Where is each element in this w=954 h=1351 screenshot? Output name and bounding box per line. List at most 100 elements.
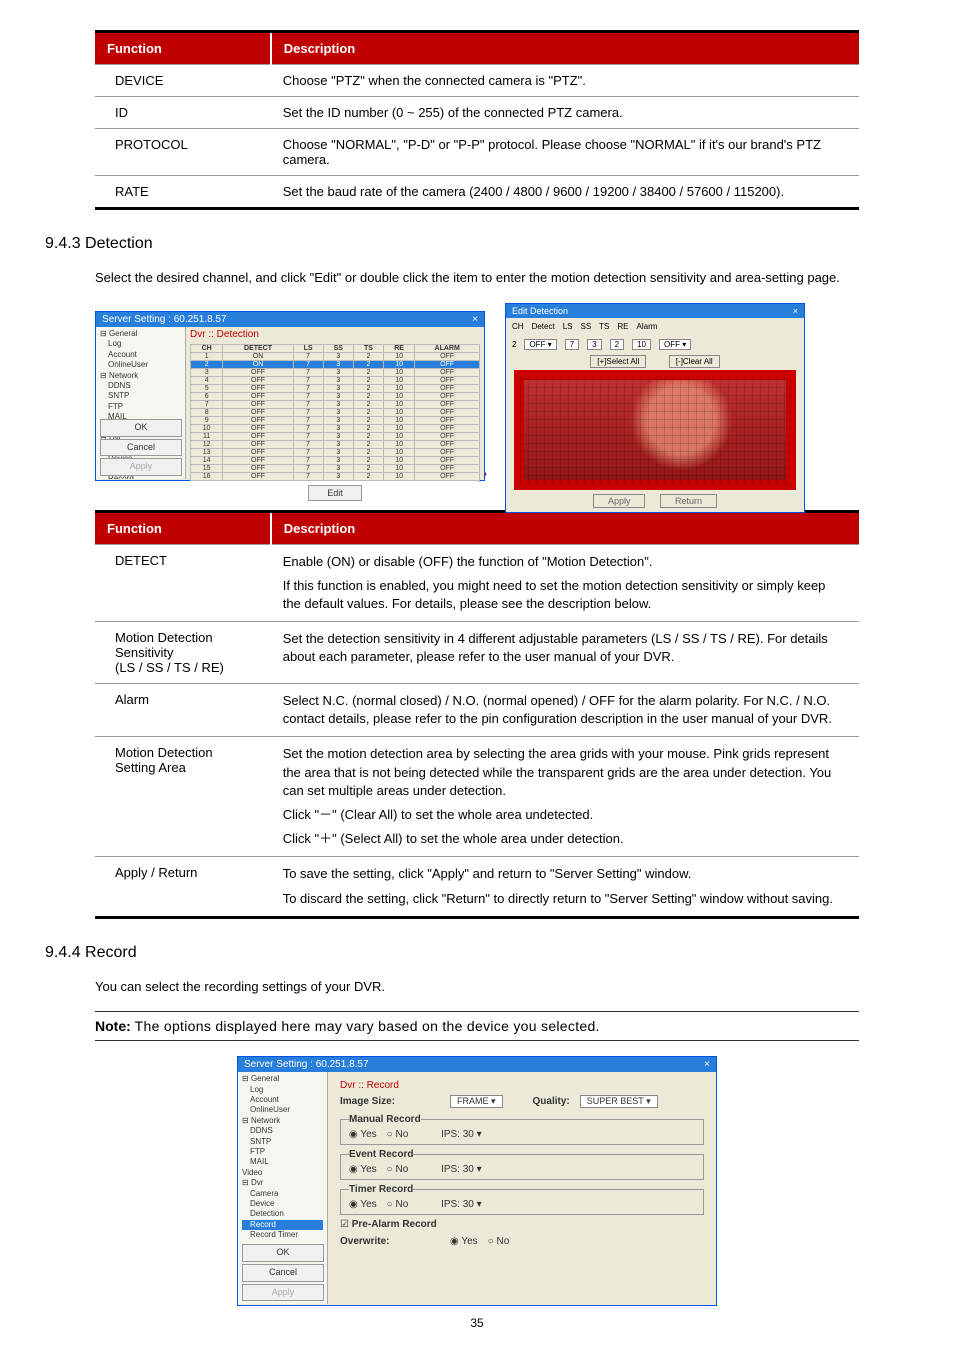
apply-button[interactable]: Apply bbox=[242, 1284, 324, 1302]
tree-log[interactable]: Log bbox=[242, 1085, 323, 1095]
ts-input[interactable]: 2 bbox=[610, 339, 624, 350]
tree-network[interactable]: ⊟ Network bbox=[100, 371, 181, 381]
table-cell-function: Motion DetectionSensitivity(LS / SS / TS… bbox=[95, 622, 271, 684]
table-row[interactable]: 16OFF73210OFF bbox=[191, 473, 480, 481]
tree-camera[interactable]: Camera bbox=[242, 1189, 323, 1199]
table-row[interactable]: 13OFF73210OFF bbox=[191, 449, 480, 457]
ok-button[interactable]: OK bbox=[100, 419, 182, 437]
table-row[interactable]: 14OFF73210OFF bbox=[191, 457, 480, 465]
table-cell-function: Motion DetectionSetting Area bbox=[95, 737, 271, 857]
table-row[interactable]: 12OFF73210OFF bbox=[191, 441, 480, 449]
tree-account[interactable]: Account bbox=[100, 350, 181, 360]
tree-general[interactable]: ⊟ General bbox=[100, 329, 181, 339]
val-ch: 2 bbox=[512, 340, 516, 349]
pane-header: Dvr :: Detection bbox=[190, 329, 480, 340]
detect-select[interactable]: OFF ▾ bbox=[524, 339, 556, 350]
tree-onlineuser[interactable]: OnlineUser bbox=[242, 1105, 323, 1115]
overwrite-no-radio[interactable]: No bbox=[488, 1236, 510, 1247]
table-cell-description: Set the motion detection area by selecti… bbox=[271, 737, 859, 857]
tree-onlineuser[interactable]: OnlineUser bbox=[100, 360, 181, 370]
ok-button[interactable]: OK bbox=[242, 1244, 324, 1262]
tree-recordtimer[interactable]: Record Timer bbox=[242, 1230, 323, 1240]
pane-header: Dvr :: Record bbox=[340, 1080, 704, 1091]
timer-no-radio[interactable]: No bbox=[387, 1199, 409, 1210]
close-icon[interactable]: × bbox=[793, 306, 798, 316]
select-all-button[interactable]: [+]Select All bbox=[590, 355, 646, 368]
ss-input[interactable]: 3 bbox=[587, 339, 601, 350]
edit-dialog-title: Edit Detection bbox=[512, 306, 568, 316]
table-cell-description: Set the ID number (0 ~ 255) of the conne… bbox=[271, 97, 859, 129]
tree-mail[interactable]: MAIL bbox=[242, 1157, 323, 1167]
lbl-re: RE bbox=[617, 322, 628, 331]
cancel-button[interactable]: Cancel bbox=[100, 439, 182, 457]
close-icon[interactable]: × bbox=[472, 314, 478, 325]
note-line: Note: The options displayed here may var… bbox=[95, 1011, 859, 1041]
timer-ips-select[interactable]: 30 ▾ bbox=[463, 1199, 482, 1210]
table-row[interactable]: 7OFF73210OFF bbox=[191, 401, 480, 409]
th-function: Function bbox=[95, 32, 271, 65]
event-record-legend: Event Record bbox=[349, 1149, 413, 1160]
table-row[interactable]: 8OFF73210OFF bbox=[191, 409, 480, 417]
tree-dvr[interactable]: ⊟ Dvr bbox=[242, 1178, 323, 1188]
overwrite-yes-radio[interactable]: Yes bbox=[450, 1236, 478, 1247]
table-row[interactable]: 1ON73210OFF bbox=[191, 353, 480, 361]
ls-input[interactable]: 7 bbox=[565, 339, 579, 350]
tree-network[interactable]: ⊟ Network bbox=[242, 1116, 323, 1126]
detection-figure-row: Server Setting : 60.251.8.57 × ⊟ General… bbox=[95, 303, 859, 490]
cancel-button[interactable]: Cancel bbox=[242, 1264, 324, 1282]
tree-general[interactable]: ⊟ General bbox=[242, 1074, 323, 1084]
image-size-select[interactable]: FRAME ▾ bbox=[450, 1095, 503, 1108]
table-row[interactable]: 3OFF73210OFF bbox=[191, 369, 480, 377]
quality-select[interactable]: SUPER BEST ▾ bbox=[580, 1095, 658, 1108]
re-input[interactable]: 10 bbox=[632, 339, 651, 350]
detection-area-grid[interactable] bbox=[514, 370, 796, 490]
th-description: Description bbox=[271, 32, 859, 65]
prealarm-checkbox[interactable]: Pre-Alarm Record bbox=[340, 1219, 437, 1230]
tree-detection[interactable]: Detection bbox=[242, 1209, 323, 1219]
table-row[interactable]: 10OFF73210OFF bbox=[191, 425, 480, 433]
table-row[interactable]: 15OFF73210OFF bbox=[191, 465, 480, 473]
table-row[interactable]: 9OFF73210OFF bbox=[191, 417, 480, 425]
table-cell-function: Apply / Return bbox=[95, 857, 271, 917]
event-no-radio[interactable]: No bbox=[387, 1164, 409, 1175]
table-row[interactable]: 4OFF73210OFF bbox=[191, 377, 480, 385]
page-number: 35 bbox=[95, 1316, 859, 1330]
event-ips-select[interactable]: 30 ▾ bbox=[463, 1164, 482, 1175]
edit-button[interactable]: Edit bbox=[308, 485, 362, 501]
manual-no-radio[interactable]: No bbox=[387, 1129, 409, 1140]
event-yes-radio[interactable]: Yes bbox=[349, 1164, 377, 1175]
apply-button[interactable]: Apply bbox=[100, 458, 182, 476]
table-row[interactable]: 6OFF73210OFF bbox=[191, 393, 480, 401]
table-cell-description: Set the detection sensitivity in 4 diffe… bbox=[271, 622, 859, 684]
detection-intro: Select the desired channel, and click "E… bbox=[95, 268, 859, 288]
record-dialog: Server Setting : 60.251.8.57 × ⊟ General… bbox=[237, 1056, 717, 1306]
table-cell-function: PROTOCOL bbox=[95, 129, 271, 176]
tree-ftp[interactable]: FTP bbox=[242, 1147, 323, 1157]
tree-device[interactable]: Device bbox=[242, 1199, 323, 1209]
close-icon[interactable]: × bbox=[704, 1059, 710, 1070]
tree-record[interactable]: Record bbox=[242, 1220, 323, 1230]
edit-detection-dialog: Edit Detection × CH Detect LS SS TS RE A… bbox=[505, 303, 805, 513]
clear-all-button[interactable]: [-]Clear All bbox=[669, 355, 720, 368]
table-row[interactable]: 11OFF73210OFF bbox=[191, 433, 480, 441]
tree-video[interactable]: Video bbox=[242, 1168, 323, 1178]
return-button[interactable]: Return bbox=[660, 494, 717, 508]
tree-sntp[interactable]: SNTP bbox=[242, 1137, 323, 1147]
apply-button[interactable]: Apply bbox=[593, 494, 646, 508]
tree-account[interactable]: Account bbox=[242, 1095, 323, 1105]
tree-sntp[interactable]: SNTP bbox=[100, 391, 181, 401]
tree-pane: ⊟ General Log Account OnlineUser ⊟ Netwo… bbox=[96, 327, 186, 479]
timer-yes-radio[interactable]: Yes bbox=[349, 1199, 377, 1210]
tree-ddns[interactable]: DDNS bbox=[242, 1126, 323, 1136]
tree-ddns[interactable]: DDNS bbox=[100, 381, 181, 391]
alarm-select[interactable]: OFF ▾ bbox=[659, 339, 691, 350]
manual-yes-radio[interactable]: Yes bbox=[349, 1129, 377, 1140]
table-cell-function: RATE bbox=[95, 176, 271, 209]
section-heading-record: 9.4.4 Record bbox=[45, 944, 859, 962]
manual-ips-select[interactable]: 30 ▾ bbox=[463, 1129, 482, 1140]
tree-ftp[interactable]: FTP bbox=[100, 402, 181, 412]
table-row[interactable]: 2ON73210OFF bbox=[191, 361, 480, 369]
tree-log[interactable]: Log bbox=[100, 339, 181, 349]
record-intro: You can select the recording settings of… bbox=[95, 977, 859, 997]
table-row[interactable]: 5OFF73210OFF bbox=[191, 385, 480, 393]
